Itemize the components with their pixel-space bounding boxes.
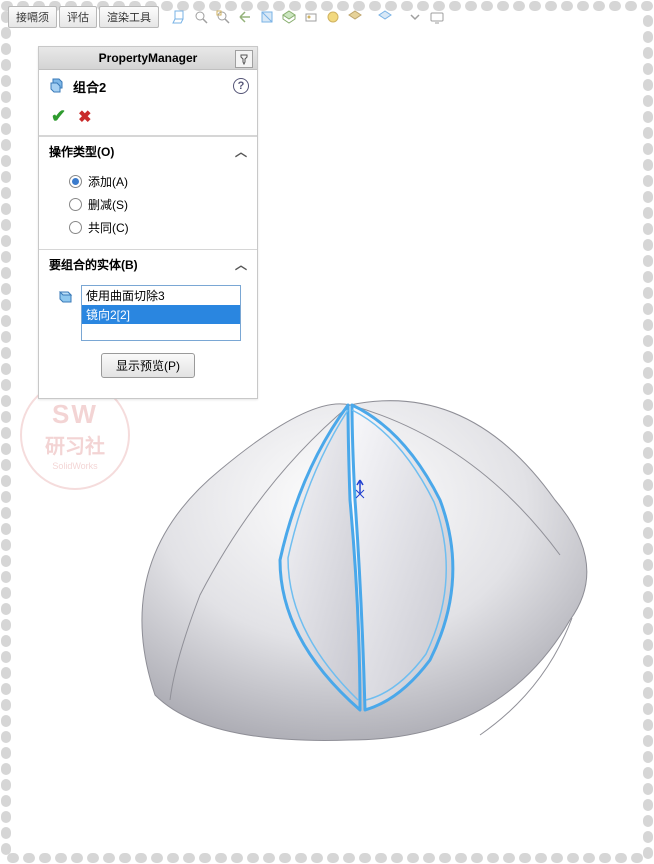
ok-button[interactable]: ✔ <box>51 106 66 127</box>
bodies-selection-list[interactable]: 使用曲面切除3 镜向2[2] <box>81 285 241 341</box>
pm-header: PropertyManager <box>39 47 257 70</box>
tab-evaluate[interactable]: 评估 <box>59 6 97 28</box>
section-op-header[interactable]: 操作类型(O) ︿ <box>39 137 257 166</box>
edit-appearance-icon[interactable] <box>345 7 365 27</box>
watermark-line3: SolidWorks <box>52 461 97 471</box>
edit-scene-icon[interactable] <box>301 7 321 27</box>
help-icon[interactable]: ? <box>233 78 249 94</box>
toolbar-dropdown-icon[interactable] <box>405 7 425 27</box>
radio-common-label: 共同(C) <box>88 219 129 236</box>
radio-subtract[interactable]: 删减(S) <box>51 193 245 216</box>
zoom-fit-icon[interactable] <box>191 7 211 27</box>
watermark-line2: 研习社 <box>45 430 105 459</box>
show-preview-button[interactable]: 显示预览(P) <box>101 353 195 378</box>
section-bodies-header[interactable]: 要组合的实体(B) ︿ <box>39 250 257 279</box>
tab-render-tools[interactable]: 渲染工具 <box>99 6 159 28</box>
tab-weldments[interactable]: 接嗝须 <box>8 6 57 28</box>
show-hide-icon[interactable] <box>375 7 395 27</box>
section-view-icon[interactable] <box>257 7 277 27</box>
section-operation-type: 操作类型(O) ︿ 添加(A) 删减(S) 共同(C) <box>39 136 257 249</box>
list-item[interactable]: 镜向2[2] <box>82 305 240 324</box>
list-item[interactable]: 使用曲面切除3 <box>82 286 240 305</box>
section-bodies: 要组合的实体(B) ︿ 使用曲面切除3 镜向2[2] 显示预览(P) <box>39 249 257 398</box>
watermark-line1: SW <box>52 399 98 430</box>
chevron-up-icon: ︿ <box>235 256 247 273</box>
origin-triad-icon <box>350 476 380 506</box>
pm-ok-cancel-row: ✔ ✖ <box>39 102 257 136</box>
radio-add-label: 添加(A) <box>88 173 128 190</box>
section-bodies-title: 要组合的实体(B) <box>49 256 138 273</box>
pin-icon[interactable] <box>235 50 253 68</box>
solid-body-icon <box>55 287 75 307</box>
pm-title: PropertyManager <box>99 51 198 65</box>
display-icon[interactable] <box>427 7 447 27</box>
view-orientation-icon[interactable] <box>169 7 189 27</box>
chevron-up-icon: ︿ <box>235 143 247 160</box>
feature-name: 组合2 <box>73 77 106 96</box>
zoom-area-icon[interactable] <box>213 7 233 27</box>
cancel-button[interactable]: ✖ <box>78 107 91 127</box>
list-item[interactable] <box>82 324 240 340</box>
radio-icon <box>69 198 82 211</box>
radio-common[interactable]: 共同(C) <box>51 216 245 239</box>
section-op-title: 操作类型(O) <box>49 143 114 160</box>
radio-icon <box>69 175 82 188</box>
display-style-icon[interactable] <box>279 7 299 27</box>
top-toolbar: 接嗝须 评估 渲染工具 <box>8 4 646 30</box>
combine-feature-icon <box>47 76 67 96</box>
feature-title-row: 组合2 ? <box>39 70 257 102</box>
radio-add[interactable]: 添加(A) <box>51 170 245 193</box>
radio-icon <box>69 221 82 234</box>
previous-view-icon[interactable] <box>235 7 255 27</box>
apply-appearance-icon[interactable] <box>323 7 343 27</box>
radio-subtract-label: 删减(S) <box>88 196 128 213</box>
property-manager-panel: PropertyManager 组合2 ? ✔ ✖ 操作类型(O) ︿ 添加(A… <box>38 46 258 399</box>
